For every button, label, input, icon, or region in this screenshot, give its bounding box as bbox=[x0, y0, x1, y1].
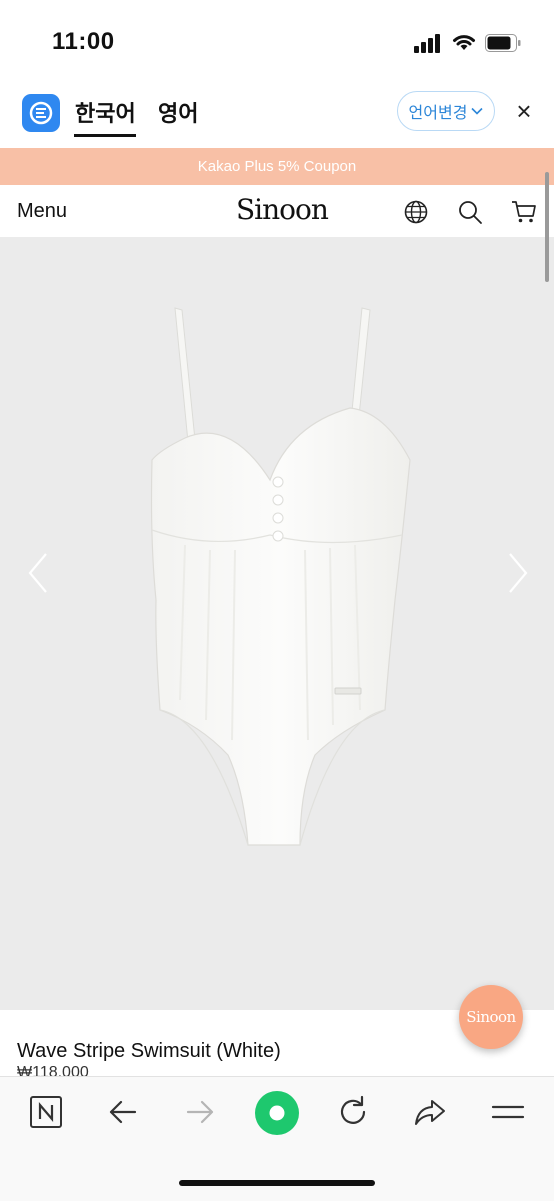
product-price: ₩118,000 bbox=[17, 1064, 89, 1076]
sinoon-floating-button[interactable]: Sinoon bbox=[459, 985, 523, 1049]
status-time: 11:00 bbox=[52, 28, 115, 55]
carousel-prev-arrow-icon[interactable] bbox=[26, 552, 50, 594]
swimsuit-image bbox=[150, 307, 411, 846]
carousel-next-arrow-icon[interactable] bbox=[506, 552, 530, 594]
change-language-button[interactable]: 언어변경 bbox=[397, 91, 495, 131]
close-translate-button[interactable]: × bbox=[512, 98, 536, 124]
cart-icon[interactable] bbox=[511, 199, 537, 225]
translate-logo-icon bbox=[29, 101, 53, 125]
naver-n-icon[interactable] bbox=[28, 1094, 64, 1130]
cellular-signal-icon bbox=[414, 33, 442, 53]
home-indicator[interactable] bbox=[179, 1180, 375, 1186]
change-language-label: 언어변경 bbox=[408, 105, 468, 122]
menu-lines-icon[interactable] bbox=[490, 1094, 526, 1130]
coupon-text: Kakao Plus 5% Coupon bbox=[197, 158, 357, 175]
chevron-down-icon bbox=[471, 107, 484, 115]
wifi-icon bbox=[453, 35, 475, 50]
tab-english[interactable]: 영어 bbox=[158, 96, 198, 128]
page-scrollbar[interactable] bbox=[545, 172, 549, 282]
fab-label: Sinoon bbox=[466, 1008, 516, 1026]
active-tab-underline bbox=[74, 134, 136, 137]
coupon-banner[interactable]: Kakao Plus 5% Coupon bbox=[0, 148, 554, 185]
product-name: Wave Stripe Swimsuit (White) bbox=[17, 1040, 281, 1062]
menu-button[interactable]: Menu bbox=[17, 200, 67, 223]
reload-icon[interactable] bbox=[335, 1094, 371, 1130]
translator-app-icon[interactable] bbox=[22, 94, 60, 132]
site-logo[interactable]: Sinoon bbox=[236, 193, 329, 226]
search-icon[interactable] bbox=[457, 199, 483, 225]
battery-icon bbox=[485, 34, 521, 52]
globe-icon[interactable] bbox=[403, 199, 429, 225]
tab-korean[interactable]: 한국어 bbox=[75, 96, 136, 128]
green-dot-icon[interactable] bbox=[254, 1090, 300, 1136]
back-arrow-icon[interactable] bbox=[105, 1094, 141, 1130]
forward-arrow-icon[interactable] bbox=[182, 1094, 218, 1130]
share-icon[interactable] bbox=[412, 1094, 448, 1130]
